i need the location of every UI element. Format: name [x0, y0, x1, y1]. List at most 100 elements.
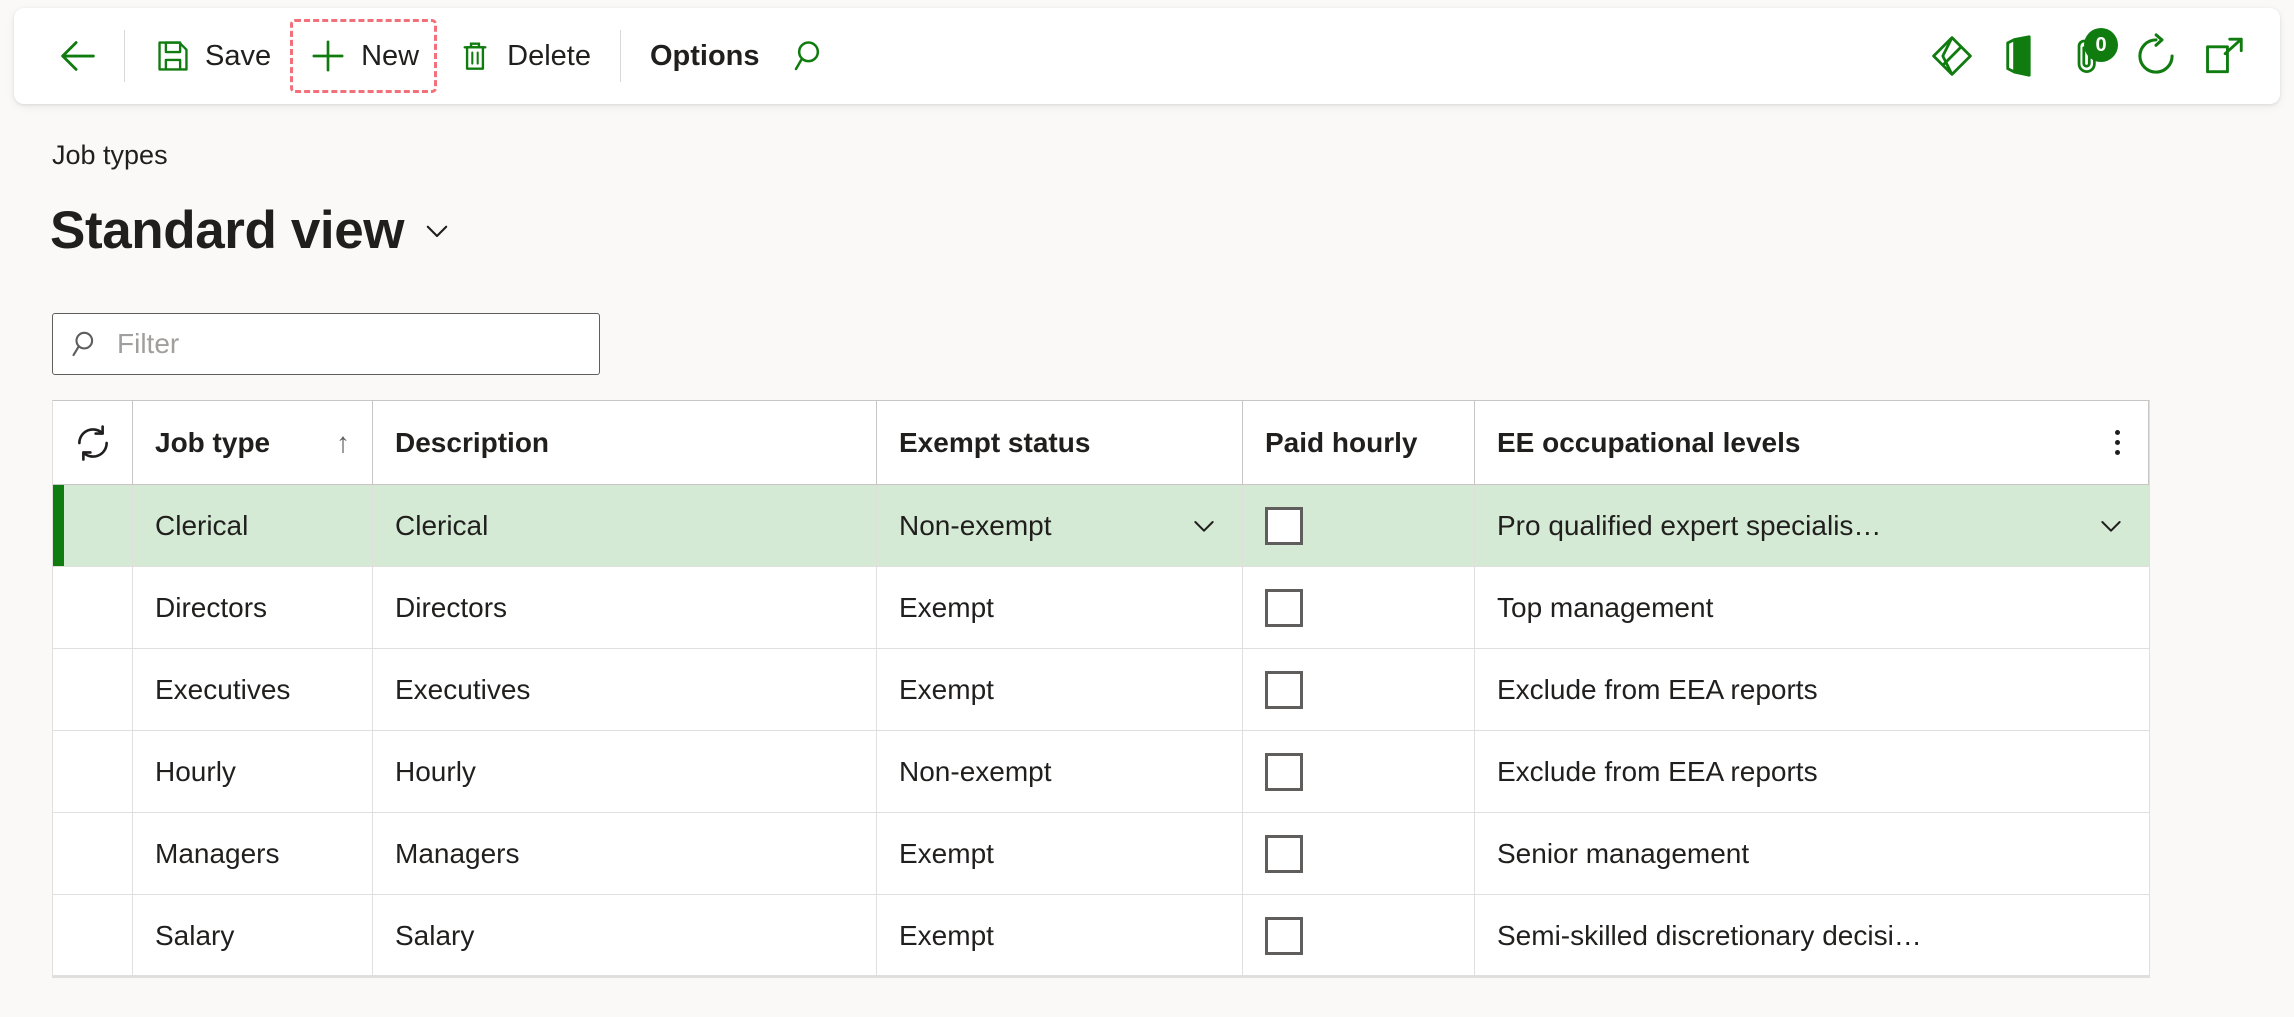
- power-apps-diamond-icon: [1932, 36, 1972, 76]
- chevron-down-icon: [2101, 520, 2121, 532]
- cell-description[interactable]: Salary: [373, 895, 877, 977]
- paid-hourly-checkbox[interactable]: [1265, 670, 1303, 709]
- chevron-down-icon: [1194, 520, 1214, 532]
- cell-description[interactable]: Clerical: [373, 485, 877, 566]
- column-header-description[interactable]: Description: [373, 401, 877, 484]
- back-button[interactable]: [44, 22, 112, 90]
- paid-hourly-checkbox[interactable]: [1265, 506, 1303, 545]
- paid-hourly-checkbox[interactable]: [1265, 834, 1303, 873]
- row-selector[interactable]: [53, 567, 133, 648]
- cell-paid-hourly[interactable]: [1243, 731, 1475, 812]
- office-export-button[interactable]: [1986, 22, 2054, 90]
- column-header-paid-hourly-label: Paid hourly: [1265, 426, 1418, 458]
- refresh-icon: [2138, 33, 2174, 74]
- power-apps-button[interactable]: [1918, 22, 1986, 90]
- page-title: Standard view: [50, 201, 405, 260]
- cell-description[interactable]: Hourly: [373, 731, 877, 812]
- sort-ascending-icon: ↑: [336, 426, 350, 458]
- cell-exempt-status[interactable]: Exempt: [877, 649, 1243, 730]
- ee-levels-dropdown[interactable]: [2077, 510, 2127, 542]
- table-row[interactable]: Executives Executives Exempt Exclude fro…: [53, 649, 2149, 731]
- cell-paid-hourly[interactable]: [1243, 485, 1475, 566]
- cell-description[interactable]: Managers: [373, 813, 877, 894]
- paid-hourly-checkbox[interactable]: [1265, 588, 1303, 627]
- cell-job-type[interactable]: Managers: [133, 813, 373, 894]
- refresh-button[interactable]: [2122, 22, 2190, 90]
- office-icon: [2006, 35, 2031, 77]
- cell-ee-levels[interactable]: Top management: [1475, 567, 2149, 648]
- job-types-grid: Job type ↑ Description Exempt status Pai…: [52, 400, 2150, 978]
- grid-header-row: Job type ↑ Description Exempt status Pai…: [53, 401, 2149, 485]
- cell-exempt-status[interactable]: Exempt: [877, 895, 1243, 977]
- cell-description[interactable]: Executives: [373, 649, 877, 730]
- cell-exempt-status[interactable]: Exempt: [877, 567, 1243, 648]
- paid-hourly-checkbox[interactable]: [1265, 917, 1303, 955]
- search-icon: [72, 331, 94, 357]
- cell-ee-levels-value: Pro qualified expert specialis…: [1497, 509, 1882, 541]
- paid-hourly-checkbox[interactable]: [1265, 752, 1303, 791]
- save-button[interactable]: Save: [137, 25, 288, 87]
- view-selector[interactable]: Standard view: [50, 200, 454, 261]
- table-row[interactable]: Hourly Hourly Non-exempt Exclude from EE…: [53, 731, 2149, 813]
- row-selector[interactable]: [53, 813, 133, 894]
- column-header-ee-levels[interactable]: EE occupational levels: [1475, 401, 2149, 484]
- cell-paid-hourly[interactable]: [1243, 649, 1475, 730]
- grid-refresh-cell[interactable]: [53, 401, 133, 484]
- grid-options-icon[interactable]: [2109, 430, 2126, 455]
- cell-job-type[interactable]: Salary: [133, 895, 373, 977]
- cell-job-type[interactable]: Hourly: [133, 731, 373, 812]
- row-selector[interactable]: [53, 649, 133, 730]
- cell-job-type[interactable]: Directors: [133, 567, 373, 648]
- toolbar-search-button[interactable]: [777, 22, 845, 90]
- toolbar-divider-2: [619, 30, 621, 82]
- column-header-job-type[interactable]: Job type ↑: [133, 401, 373, 484]
- attachments-button[interactable]: 0: [2054, 22, 2122, 90]
- cell-exempt-status[interactable]: Exempt: [877, 813, 1243, 894]
- cell-ee-levels[interactable]: Semi-skilled discretionary decisi…: [1475, 895, 2149, 977]
- delete-button-label: Delete: [507, 39, 591, 72]
- new-button[interactable]: New: [290, 19, 438, 93]
- cell-ee-levels[interactable]: Pro qualified expert specialis…: [1475, 485, 2149, 566]
- command-toolbar: Save New Delete Options 0: [14, 8, 2280, 104]
- row-selector[interactable]: [53, 731, 133, 812]
- column-header-paid-hourly[interactable]: Paid hourly: [1243, 401, 1475, 484]
- cell-exempt-status[interactable]: Non-exempt: [877, 485, 1243, 566]
- grid-bottom-divider: [52, 975, 2150, 978]
- cell-exempt-status[interactable]: Non-exempt: [877, 731, 1243, 812]
- row-selector[interactable]: [53, 895, 133, 977]
- chevron-down-icon: [426, 225, 448, 237]
- column-header-exempt-status[interactable]: Exempt status: [877, 401, 1243, 484]
- cell-job-type[interactable]: Clerical: [133, 485, 373, 566]
- options-button-label: Options: [649, 39, 760, 72]
- exempt-status-dropdown[interactable]: [1170, 510, 1220, 542]
- new-button-label: New: [361, 39, 420, 72]
- column-header-exempt-status-label: Exempt status: [899, 426, 1091, 458]
- open-in-new-window-icon: [2206, 37, 2243, 74]
- cell-paid-hourly[interactable]: [1243, 813, 1475, 894]
- cell-ee-levels[interactable]: Exclude from EEA reports: [1475, 649, 2149, 730]
- cell-description[interactable]: Directors: [373, 567, 877, 648]
- row-selector[interactable]: [53, 485, 133, 566]
- breadcrumb: Job types: [52, 140, 168, 170]
- options-button[interactable]: Options: [633, 25, 777, 87]
- open-in-new-window-button[interactable]: [2190, 22, 2258, 90]
- table-row[interactable]: Clerical Clerical Non-exempt Pro qualifi…: [53, 485, 2149, 567]
- table-row[interactable]: Managers Managers Exempt Senior manageme…: [53, 813, 2149, 895]
- filter-input[interactable]: Filter: [52, 313, 600, 375]
- attachment-count-badge: 0: [2084, 28, 2118, 62]
- column-header-job-type-label: Job type: [155, 426, 271, 458]
- table-row[interactable]: Salary Salary Exempt Semi-skilled discre…: [53, 895, 2149, 977]
- cell-exempt-status-value: Non-exempt: [899, 509, 1052, 541]
- delete-button[interactable]: Delete: [439, 25, 608, 87]
- trash-icon: [463, 42, 487, 70]
- toolbar-divider: [124, 30, 125, 82]
- column-header-description-label: Description: [395, 426, 550, 458]
- save-icon: [158, 41, 188, 71]
- table-row[interactable]: Directors Directors Exempt Top managemen…: [53, 567, 2149, 649]
- cell-paid-hourly[interactable]: [1243, 567, 1475, 648]
- plus-icon: [312, 40, 344, 72]
- cell-ee-levels[interactable]: Senior management: [1475, 813, 2149, 894]
- cell-job-type[interactable]: Executives: [133, 649, 373, 730]
- cell-paid-hourly[interactable]: [1243, 895, 1475, 977]
- cell-ee-levels[interactable]: Exclude from EEA reports: [1475, 731, 2149, 812]
